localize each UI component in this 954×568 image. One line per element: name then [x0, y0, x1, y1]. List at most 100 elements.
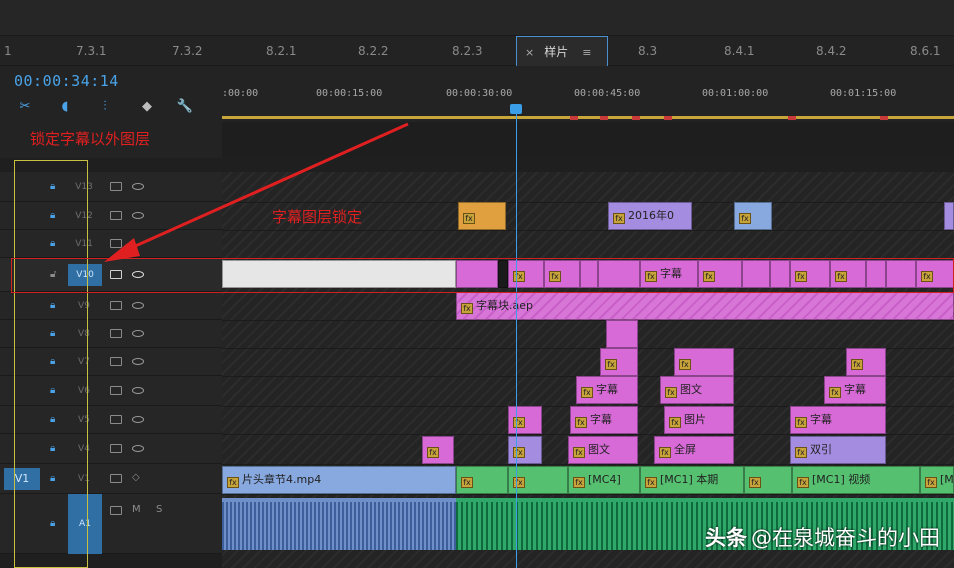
- fx-badge-icon: fx: [513, 477, 525, 488]
- clip[interactable]: fx: [508, 436, 542, 464]
- fx-badge-icon: fx: [659, 447, 671, 458]
- marker[interactable]: [880, 116, 888, 120]
- sync-lock-icon[interactable]: [110, 329, 122, 338]
- tab-sequence[interactable]: 8.4.2: [816, 36, 847, 66]
- tab-sequence[interactable]: 8.2.3: [452, 36, 483, 66]
- eye-icon[interactable]: [132, 330, 144, 337]
- eye-icon[interactable]: [132, 445, 144, 452]
- sync-lock-icon[interactable]: [110, 506, 122, 515]
- sync-lock-icon[interactable]: [110, 357, 122, 366]
- sync-lock-icon[interactable]: [110, 386, 122, 395]
- mute-button[interactable]: M: [132, 504, 141, 515]
- fx-badge-icon: fx: [463, 213, 475, 224]
- clip[interactable]: fx: [734, 202, 772, 230]
- close-icon[interactable]: ×: [525, 46, 534, 59]
- clip-video[interactable]: fx [MC4]: [568, 466, 640, 494]
- marker[interactable]: [600, 116, 608, 120]
- clip[interactable]: [606, 320, 638, 348]
- clip-audio[interactable]: [222, 498, 456, 550]
- tab-sequence[interactable]: 8.3: [638, 36, 657, 66]
- clip-video[interactable]: fx[MC: [920, 466, 954, 494]
- fx-badge-icon: fx: [461, 303, 473, 314]
- marker[interactable]: [632, 116, 640, 120]
- eye-icon[interactable]: ◇: [132, 472, 140, 483]
- fx-badge-icon: fx: [679, 359, 691, 370]
- clip[interactable]: fx: [422, 436, 454, 464]
- waveform: [222, 526, 456, 550]
- menu-icon[interactable]: ≡: [582, 46, 591, 59]
- clip[interactable]: fx: [600, 348, 638, 376]
- clip[interactable]: fx 图文: [568, 436, 638, 464]
- clip[interactable]: fx: [508, 406, 542, 434]
- tab-sequence[interactable]: 1: [4, 36, 12, 66]
- clip[interactable]: fx: [846, 348, 886, 376]
- clip[interactable]: fx 字幕: [576, 376, 638, 404]
- fx-badge-icon: fx: [925, 477, 937, 488]
- lane-divider: [222, 494, 954, 495]
- clip[interactable]: fx 字幕: [570, 406, 638, 434]
- playhead-handle[interactable]: [510, 104, 522, 114]
- clip[interactable]: fx 图文: [660, 376, 734, 404]
- playhead-line[interactable]: [516, 106, 517, 568]
- fx-badge-icon: fx: [573, 477, 585, 488]
- waveform: [222, 502, 456, 526]
- clip-video[interactable]: fx [MC1] 视频: [792, 466, 920, 494]
- clip[interactable]: fx: [458, 202, 506, 230]
- marker[interactable]: [664, 116, 672, 120]
- eye-icon[interactable]: [132, 387, 144, 394]
- tab-active-sequence[interactable]: × 样片 ≡: [516, 36, 608, 66]
- clip[interactable]: fx 字幕: [824, 376, 886, 404]
- fx-badge-icon: fx: [669, 417, 681, 428]
- fx-badge-icon: fx: [613, 213, 625, 224]
- tab-sequence[interactable]: 7.3.2: [172, 36, 203, 66]
- sync-lock-icon[interactable]: [110, 444, 122, 453]
- clip[interactable]: fx 2016年0: [608, 202, 692, 230]
- solo-button[interactable]: S: [156, 504, 162, 515]
- clip-video[interactable]: fx [MC1] 本期: [640, 466, 744, 494]
- lane-divider: [222, 320, 954, 321]
- annotation-arrow: [104, 122, 409, 262]
- clip[interactable]: fx 全屏: [654, 436, 734, 464]
- app-top-bar: [0, 0, 954, 36]
- tab-label: 样片: [544, 45, 569, 59]
- fx-badge-icon: fx: [645, 477, 657, 488]
- eye-icon[interactable]: [132, 358, 144, 365]
- clip[interactable]: fx 字幕: [790, 406, 886, 434]
- clip-video[interactable]: fx 片头章节4.mp4: [222, 466, 456, 494]
- fx-badge-icon: fx: [795, 417, 807, 428]
- clip[interactable]: fx 双引: [790, 436, 886, 464]
- tab-sequence[interactable]: 8.2.1: [266, 36, 297, 66]
- sync-lock-icon[interactable]: [110, 301, 122, 310]
- clip-video[interactable]: fx: [508, 466, 568, 494]
- clip-aep[interactable]: fx 字幕块.aep: [456, 292, 954, 320]
- tab-sequence[interactable]: 8.2.2: [358, 36, 389, 66]
- lane-divider: [222, 464, 954, 465]
- fx-badge-icon: fx: [851, 359, 863, 370]
- tab-sequence[interactable]: 8.4.1: [724, 36, 755, 66]
- tab-sequence[interactable]: 8.6.1: [910, 36, 941, 66]
- playhead-timecode[interactable]: 00:00:34:14: [14, 72, 119, 90]
- ruler-label: 00:00:45:00: [574, 88, 641, 99]
- marker[interactable]: [570, 116, 578, 120]
- eye-icon[interactable]: [132, 302, 144, 309]
- ruler-label: 00:00:30:00: [446, 88, 513, 99]
- clip[interactable]: fx 图片: [664, 406, 734, 434]
- clip[interactable]: fx: [674, 348, 734, 376]
- clip-video[interactable]: fx: [744, 466, 792, 494]
- ruler-label: 00:01:00:00: [702, 88, 769, 99]
- fx-badge-icon: fx: [829, 387, 841, 398]
- nest-sequence-icon[interactable]: ✂: [16, 98, 34, 116]
- tab-sequence[interactable]: 7.3.1: [76, 36, 107, 66]
- snap-magnet-icon[interactable]: ◖: [56, 98, 74, 116]
- clip[interactable]: [944, 202, 954, 230]
- fx-badge-icon: fx: [749, 477, 761, 488]
- sync-lock-icon[interactable]: [110, 415, 122, 424]
- fx-badge-icon: fx: [227, 477, 239, 488]
- marker[interactable]: [788, 116, 796, 120]
- fx-badge-icon: fx: [739, 213, 751, 224]
- fx-badge-icon: fx: [461, 477, 473, 488]
- sync-lock-icon[interactable]: [110, 474, 122, 483]
- fx-badge-icon: fx: [797, 477, 809, 488]
- clip-video[interactable]: fx: [456, 466, 508, 494]
- eye-icon[interactable]: [132, 416, 144, 423]
